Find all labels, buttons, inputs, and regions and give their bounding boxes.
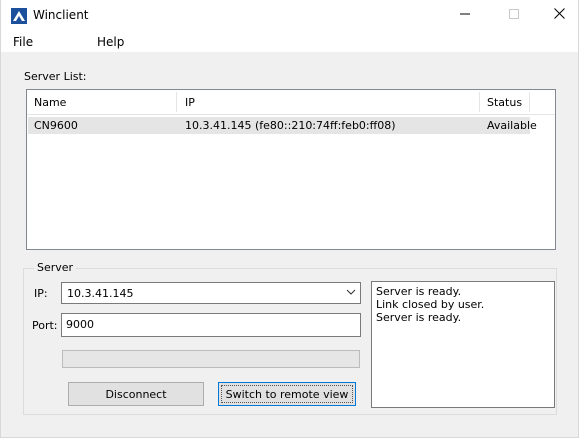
maximize-icon (509, 8, 519, 22)
status-log[interactable]: Server is ready. Link closed by user. Se… (371, 281, 555, 408)
port-input[interactable] (66, 318, 354, 331)
server-list-header: Name IP Status (27, 90, 555, 115)
focus-rectangle (221, 385, 353, 403)
log-line: Link closed by user. (376, 298, 485, 311)
menu-file[interactable]: File (13, 35, 33, 49)
maximize-button[interactable] (491, 0, 537, 30)
server-name-cell: CN9600 (34, 119, 78, 132)
server-ip-cell: 10.3.41.145 (fe80::210:74ff:feb0:ff08) (185, 119, 396, 132)
app-logo-icon (11, 8, 27, 24)
port-label: Port: (32, 319, 58, 332)
minimize-icon (460, 9, 470, 22)
switch-to-remote-view-button[interactable]: Switch to remote view (218, 382, 356, 406)
title-bar[interactable]: Winclient (1, 0, 578, 30)
disconnect-button[interactable]: Disconnect (68, 382, 204, 406)
server-list[interactable]: Name IP Status CN9600 10.3.41.145 (fe80:… (26, 89, 556, 250)
window-title: Winclient (33, 8, 89, 22)
column-header-ip[interactable]: IP (185, 96, 195, 109)
port-field[interactable] (61, 313, 361, 337)
connection-progress-bar (62, 350, 360, 368)
winclient-window: Winclient File Help Server List: Name IP (0, 0, 579, 438)
column-divider[interactable] (479, 92, 480, 112)
menu-help[interactable]: Help (97, 35, 124, 49)
server-status-cell: Available (487, 119, 537, 132)
column-divider[interactable] (529, 92, 530, 112)
server-group-label: Server (34, 261, 77, 274)
close-icon (553, 8, 565, 22)
column-header-status[interactable]: Status (487, 96, 522, 109)
close-button[interactable] (536, 0, 579, 30)
menu-bar: File Help (1, 30, 578, 52)
ip-combobox-value: 10.3.41.145 (67, 287, 134, 300)
ip-label: IP: (34, 287, 48, 300)
log-line: Server is ready. (376, 285, 462, 298)
server-list-label: Server List: (24, 70, 87, 83)
column-header-name[interactable]: Name (34, 96, 66, 109)
column-divider[interactable] (176, 92, 177, 112)
minimize-button[interactable] (442, 0, 488, 30)
chevron-down-icon[interactable] (346, 287, 356, 300)
server-row[interactable]: CN9600 10.3.41.145 (fe80::210:74ff:feb0:… (28, 117, 537, 134)
ip-combobox[interactable]: 10.3.41.145 (61, 282, 361, 304)
log-line: Server is ready. (376, 311, 462, 324)
